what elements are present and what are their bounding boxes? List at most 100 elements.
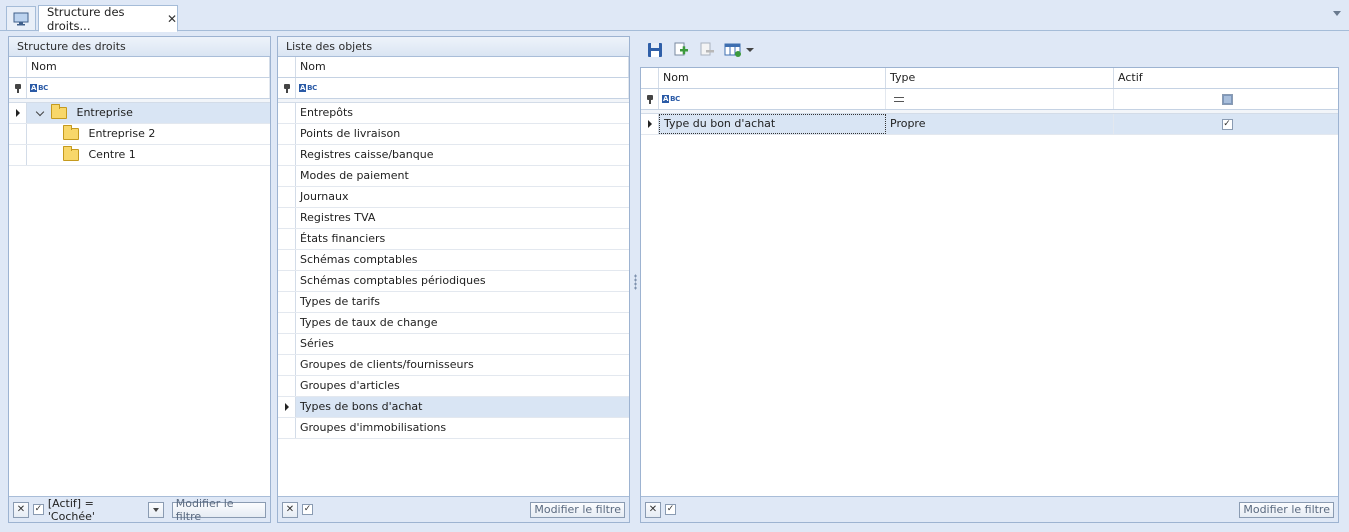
actif-filter-checkbox[interactable] bbox=[1114, 89, 1338, 109]
tree-row[interactable]: Entreprise bbox=[9, 103, 270, 124]
list-item[interactable]: Registres TVA bbox=[278, 208, 629, 229]
list-item-label: Types de bons d'achat bbox=[300, 400, 423, 413]
clear-filter-button[interactable]: ✕ bbox=[282, 501, 298, 518]
list-item[interactable]: Groupes de clients/fournisseurs bbox=[278, 355, 629, 376]
list-item[interactable]: Séries bbox=[278, 334, 629, 355]
name-filter-input[interactable]: A BC bbox=[296, 78, 629, 98]
cell-nom[interactable]: Type du bon d'achat bbox=[659, 114, 886, 134]
pin-icon bbox=[646, 94, 654, 104]
list-item[interactable]: États financiers bbox=[278, 229, 629, 250]
cell-type[interactable]: Propre bbox=[886, 114, 1114, 134]
name-filter-input[interactable]: A BC bbox=[659, 89, 886, 109]
modify-filter-button[interactable]: Modifier le filtre bbox=[530, 501, 625, 518]
tree-item-label: Entreprise 2 bbox=[88, 127, 156, 140]
list-item[interactable]: Modes de paiement bbox=[278, 166, 629, 187]
list-item-label: Registres TVA bbox=[300, 211, 376, 224]
panel-splitter[interactable] bbox=[634, 274, 637, 290]
clear-filter-button[interactable]: ✕ bbox=[13, 501, 29, 518]
list-item[interactable]: Groupes d'articles bbox=[278, 376, 629, 397]
list-item[interactable]: Schémas comptables bbox=[278, 250, 629, 271]
column-header-actif[interactable]: Actif bbox=[1114, 68, 1338, 88]
add-icon[interactable] bbox=[672, 41, 690, 59]
clear-filter-button[interactable]: ✕ bbox=[645, 501, 661, 518]
filter-enabled-checkbox[interactable]: ✓ bbox=[32, 504, 44, 515]
list-item[interactable]: Types de bons d'achat bbox=[278, 397, 629, 418]
list-item-label: Types de tarifs bbox=[300, 295, 380, 308]
list-item-label: Séries bbox=[300, 337, 334, 350]
close-icon[interactable]: ✕ bbox=[167, 12, 177, 26]
column-header-nom[interactable]: Nom bbox=[27, 57, 270, 77]
remove-icon[interactable] bbox=[698, 41, 716, 59]
panel-title: Structure des droits bbox=[9, 37, 270, 57]
list-item[interactable]: Types de taux de change bbox=[278, 313, 629, 334]
folder-icon bbox=[63, 125, 79, 140]
grid-header: Nom bbox=[278, 57, 629, 78]
list-item[interactable]: Groupes d'immobilisations bbox=[278, 418, 629, 439]
tab-structure-des-droits[interactable]: Structure des droits... ✕ bbox=[38, 4, 178, 33]
chevron-down-icon[interactable] bbox=[1333, 11, 1341, 16]
column-header-nom[interactable]: Nom bbox=[296, 57, 629, 77]
list-item-label: Schémas comptables bbox=[300, 253, 418, 266]
rights-detail-panel: Nom Type Actif A BC Type du bon d'achat P… bbox=[640, 67, 1339, 523]
tab-title: Structure des droits... bbox=[47, 4, 125, 33]
filter-row: A BC bbox=[641, 89, 1338, 110]
text-filter-icon: A BC bbox=[30, 84, 48, 92]
save-icon[interactable] bbox=[646, 41, 664, 59]
table-row[interactable]: Type du bon d'achat Propre ✓ bbox=[641, 114, 1338, 135]
indeterminate-checkbox[interactable] bbox=[1221, 93, 1233, 105]
row-indicator-icon bbox=[647, 120, 652, 128]
column-header-nom[interactable]: Nom bbox=[659, 68, 886, 88]
folder-icon bbox=[63, 146, 79, 161]
tree-item-label: Entreprise bbox=[76, 106, 133, 119]
list-item[interactable]: Points de livraison bbox=[278, 124, 629, 145]
toolbar bbox=[640, 38, 754, 62]
actif-checkbox[interactable]: ✓ bbox=[1221, 118, 1233, 130]
list-item-label: Journaux bbox=[300, 190, 349, 203]
grid-header: Nom Type Actif bbox=[641, 68, 1338, 89]
filter-enabled-checkbox[interactable]: ✓ bbox=[302, 504, 313, 515]
list-item-label: Modes de paiement bbox=[300, 169, 409, 182]
equals-icon bbox=[894, 96, 904, 102]
text-filter-icon: A BC bbox=[662, 95, 680, 103]
filter-history-dropdown[interactable] bbox=[147, 501, 164, 518]
filter-footer: ✕ ✓ Modifier le filtre bbox=[641, 496, 1338, 522]
modify-filter-button[interactable]: Modifier le filtre bbox=[171, 497, 266, 523]
pin-icon bbox=[14, 83, 22, 93]
list-item-label: Groupes de clients/fournisseurs bbox=[300, 358, 474, 371]
filter-footer: ✕ ✓ Modifier le filtre bbox=[278, 496, 629, 522]
list-item-label: Points de livraison bbox=[300, 127, 401, 140]
grid-header: Nom bbox=[9, 57, 270, 78]
name-filter-input[interactable]: A BC bbox=[27, 78, 270, 98]
filter-text: [Actif] = 'Cochée' bbox=[47, 496, 95, 523]
filter-row: A BC bbox=[278, 78, 629, 99]
objects-list-panel: Liste des objets Nom A BC Entrepôts Points… bbox=[277, 36, 630, 523]
folder-icon bbox=[51, 104, 67, 119]
tab-strip: Structure des droits... ✕ bbox=[0, 0, 1349, 33]
list-item-label: Entrepôts bbox=[300, 106, 354, 119]
grid-layout-icon[interactable] bbox=[724, 41, 742, 59]
list-item-label: Types de taux de change bbox=[300, 316, 438, 329]
type-filter-input[interactable] bbox=[886, 89, 1114, 109]
row-indicator-icon bbox=[15, 109, 20, 117]
column-header-type[interactable]: Type bbox=[886, 68, 1114, 88]
list-item-label: Groupes d'articles bbox=[300, 379, 400, 392]
filter-enabled-checkbox[interactable]: ✓ bbox=[665, 504, 676, 515]
chevron-down-icon[interactable] bbox=[35, 107, 45, 116]
list-item[interactable]: Types de tarifs bbox=[278, 292, 629, 313]
tree-row[interactable]: Entreprise 2 bbox=[9, 124, 270, 145]
home-tab[interactable] bbox=[6, 6, 36, 30]
objects-list: Entrepôts Points de livraison Registres ca… bbox=[278, 103, 629, 439]
list-item[interactable]: Schémas comptables périodiques bbox=[278, 271, 629, 292]
panel-title: Liste des objets bbox=[278, 37, 629, 57]
chevron-down-icon[interactable] bbox=[746, 48, 754, 52]
list-item-label: Groupes d'immobilisations bbox=[300, 421, 447, 434]
list-item-label: États financiers bbox=[300, 232, 386, 245]
modify-filter-button[interactable]: Modifier le filtre bbox=[1239, 501, 1334, 518]
list-item[interactable]: Journaux bbox=[278, 187, 629, 208]
pin-icon bbox=[283, 83, 291, 93]
row-indicator-icon bbox=[284, 403, 289, 411]
tree-row[interactable]: Centre 1 bbox=[9, 145, 270, 166]
tree-item-label: Centre 1 bbox=[88, 148, 136, 161]
list-item[interactable]: Registres caisse/banque bbox=[278, 145, 629, 166]
list-item[interactable]: Entrepôts bbox=[278, 103, 629, 124]
